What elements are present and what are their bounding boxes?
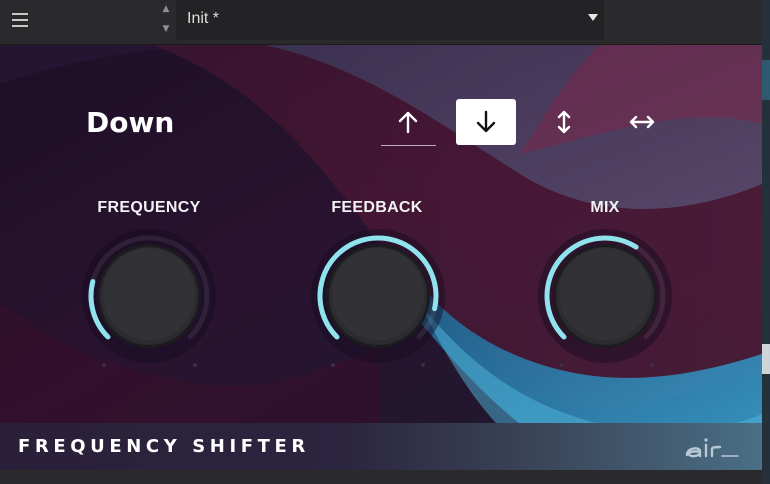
preset-selector[interactable]: Init * <box>176 0 604 40</box>
knob-max-marker <box>421 363 425 367</box>
next-preset-button[interactable]: ▼ <box>160 22 172 36</box>
footer-bar: FREQUENCY SHIFTER <box>0 423 762 470</box>
shift-direction-label: Down <box>86 106 175 139</box>
host-window-edge <box>762 0 770 484</box>
feedback-label: FEEDBACK <box>331 199 423 216</box>
hamburger-menu-icon <box>12 13 28 15</box>
plugin-title: FREQUENCY SHIFTER <box>18 436 310 457</box>
arrow-up-icon <box>398 111 418 134</box>
preset-navigation: ▲ ▼ <box>158 2 174 38</box>
direction-underline <box>381 145 436 146</box>
frequency-knob[interactable] <box>79 226 219 366</box>
knob-highlight <box>559 248 651 340</box>
caret-down-icon <box>588 14 598 21</box>
direction-up-down-button[interactable] <box>534 99 594 145</box>
knob-min-marker <box>331 363 335 367</box>
knob-highlight <box>332 248 424 340</box>
hamburger-menu-icon <box>12 19 28 21</box>
hamburger-menu-icon <box>12 25 28 27</box>
arrow-down-icon <box>476 110 496 133</box>
preset-name: Init * <box>187 10 220 27</box>
arrow-left-right-icon <box>629 115 655 129</box>
plugin-window: ▲ ▼ Init * Down FREQUENCY FEEDBACK MIX F… <box>0 0 762 470</box>
previous-preset-button[interactable]: ▲ <box>160 2 172 16</box>
triangle-down-icon: ▼ <box>162 24 170 34</box>
knob-max-marker <box>650 363 654 367</box>
direction-left-right-button[interactable] <box>612 99 672 145</box>
direction-up-button[interactable] <box>378 99 438 145</box>
direction-down-button[interactable] <box>456 99 516 145</box>
mix-knob[interactable] <box>535 226 675 366</box>
top-bar: ▲ ▼ Init * <box>0 0 762 45</box>
air-logo <box>685 438 739 458</box>
feedback-knob[interactable] <box>308 226 448 366</box>
knob-min-marker <box>559 363 563 367</box>
frequency-label: FREQUENCY <box>97 199 201 216</box>
knob-min-marker <box>102 363 106 367</box>
knob-highlight <box>103 248 195 340</box>
menu-button[interactable] <box>8 8 32 32</box>
arrow-up-down-icon <box>557 110 571 134</box>
knob-max-marker <box>193 363 197 367</box>
mix-label: MIX <box>590 199 620 216</box>
host-window-bottom <box>0 470 762 484</box>
triangle-up-icon: ▲ <box>162 4 170 14</box>
